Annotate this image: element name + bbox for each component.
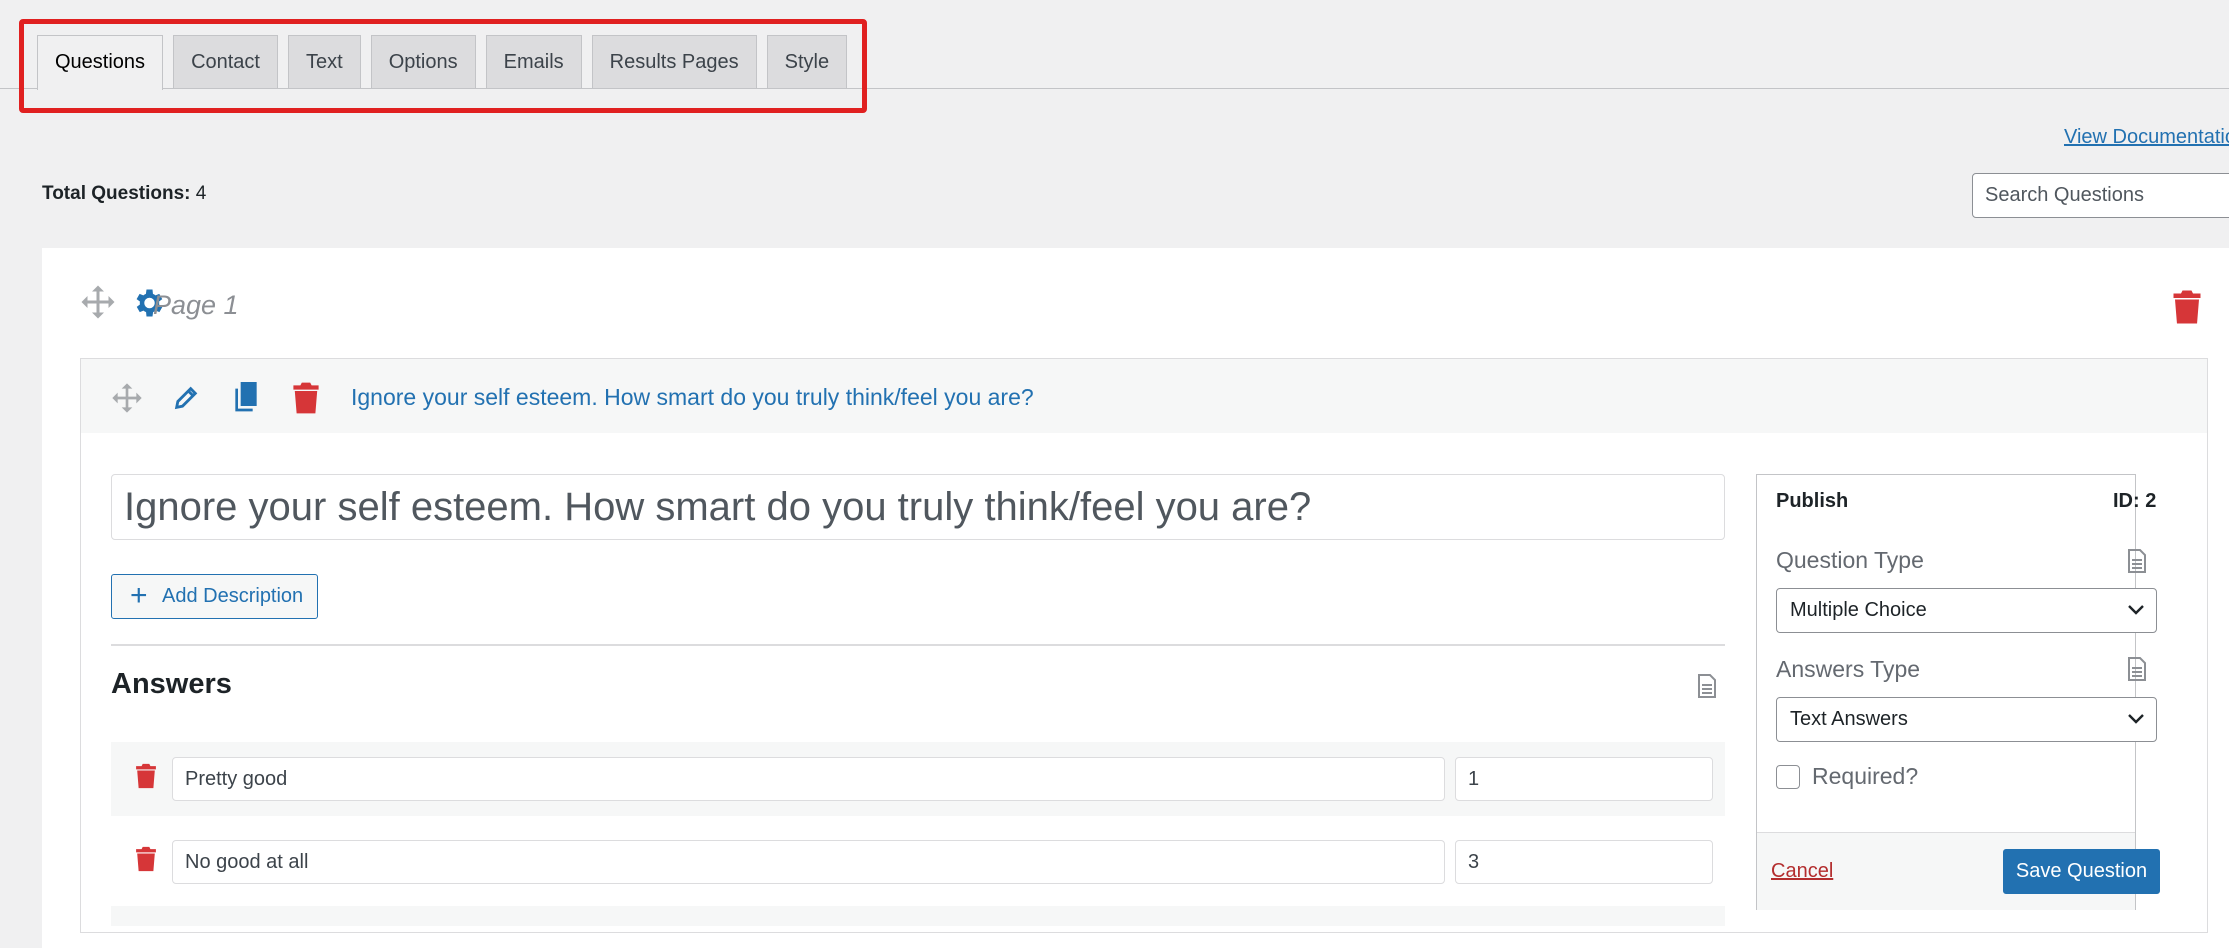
total-questions-label: Total Questions: [42, 183, 191, 204]
question-id: ID: 2 [2113, 490, 2157, 512]
publish-title: Publish [1776, 490, 1849, 512]
plus-icon: + [130, 579, 148, 612]
answers-heading: Answers [111, 668, 232, 700]
answers-type-document-icon[interactable] [2127, 657, 2147, 681]
add-description-label: Add Description [162, 585, 304, 607]
answers-document-icon[interactable] [1697, 674, 1717, 698]
answer-text-input[interactable]: Pretty good [172, 757, 1445, 801]
delete-answer-icon[interactable] [135, 763, 157, 789]
search-questions-input[interactable] [1972, 173, 2229, 218]
total-questions: Total Questions: 4 [42, 183, 206, 205]
delete-page-icon[interactable] [2172, 290, 2202, 324]
save-question-button[interactable]: Save Question [2003, 849, 2160, 894]
add-description-button[interactable]: + Add Description [111, 574, 318, 619]
duplicate-icon[interactable] [232, 382, 260, 414]
required-checkbox[interactable] [1776, 765, 1800, 789]
cancel-link[interactable]: Cancel [1771, 860, 1833, 883]
question-type-select[interactable]: Multiple Choice [1776, 588, 2157, 633]
answers-type-label: Answers Type [1776, 656, 1921, 682]
question-move-icon[interactable] [111, 382, 143, 414]
answer-row [111, 906, 1725, 926]
total-questions-value: 4 [195, 183, 207, 204]
view-documentation-link[interactable]: View Documentation [2064, 126, 2229, 149]
chevron-down-icon [2128, 605, 2144, 615]
answer-text-input[interactable]: No good at all [172, 840, 1445, 884]
question-type-document-icon[interactable] [2127, 549, 2147, 573]
section-divider [111, 644, 1725, 646]
chevron-down-icon [2128, 714, 2144, 724]
tab-highlight-box [19, 19, 867, 113]
answers-type-value: Text Answers [1790, 708, 1908, 730]
answer-value-input[interactable]: 1 [1455, 757, 1713, 801]
move-icon[interactable] [80, 284, 116, 320]
question-text-input[interactable]: Ignore your self esteem. How smart do yo… [111, 474, 1725, 540]
page-label: Page 1 [153, 290, 239, 320]
delete-question-icon[interactable] [292, 382, 320, 414]
edit-icon[interactable] [172, 384, 200, 412]
question-type-value: Multiple Choice [1790, 599, 1927, 621]
answer-value-input[interactable]: 3 [1455, 840, 1713, 884]
question-type-label: Question Type [1776, 547, 1924, 573]
delete-answer-icon[interactable] [135, 846, 157, 872]
required-label: Required? [1812, 763, 1919, 789]
answers-type-select[interactable]: Text Answers [1776, 697, 2157, 742]
question-title-link[interactable]: Ignore your self esteem. How smart do yo… [351, 384, 1034, 411]
